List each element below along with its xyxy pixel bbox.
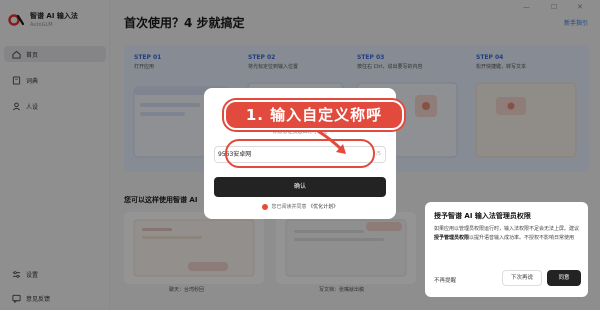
dont-remind-button[interactable]: 不再提醒 bbox=[434, 276, 456, 284]
permission-desc: 如果应用以管理员权限运行时，输入法权限不足会无法上屏。建议授予管理员权限以提升语… bbox=[434, 225, 582, 243]
permission-desc-bold: 授予管理员权限 bbox=[434, 235, 470, 241]
permission-title: 授予智谱 AI 输入法管理员权限 bbox=[434, 212, 531, 220]
later-button[interactable]: 下次再说 bbox=[502, 270, 542, 286]
agree-button[interactable]: 同意 bbox=[547, 270, 581, 286]
permission-desc-part: 以提升语音输入成功率。不授权不影响日常使用 bbox=[469, 235, 575, 241]
permission-desc-part: 如果应用以管理员权限运行时，输入法权限不足会无法上屏。建议 bbox=[434, 226, 580, 232]
input-highlight-ring bbox=[225, 139, 375, 168]
annotation-banner: 1. 输入自定义称呼 bbox=[224, 100, 404, 130]
annotation-text: 1. 输入自定义称呼 bbox=[245, 106, 383, 124]
